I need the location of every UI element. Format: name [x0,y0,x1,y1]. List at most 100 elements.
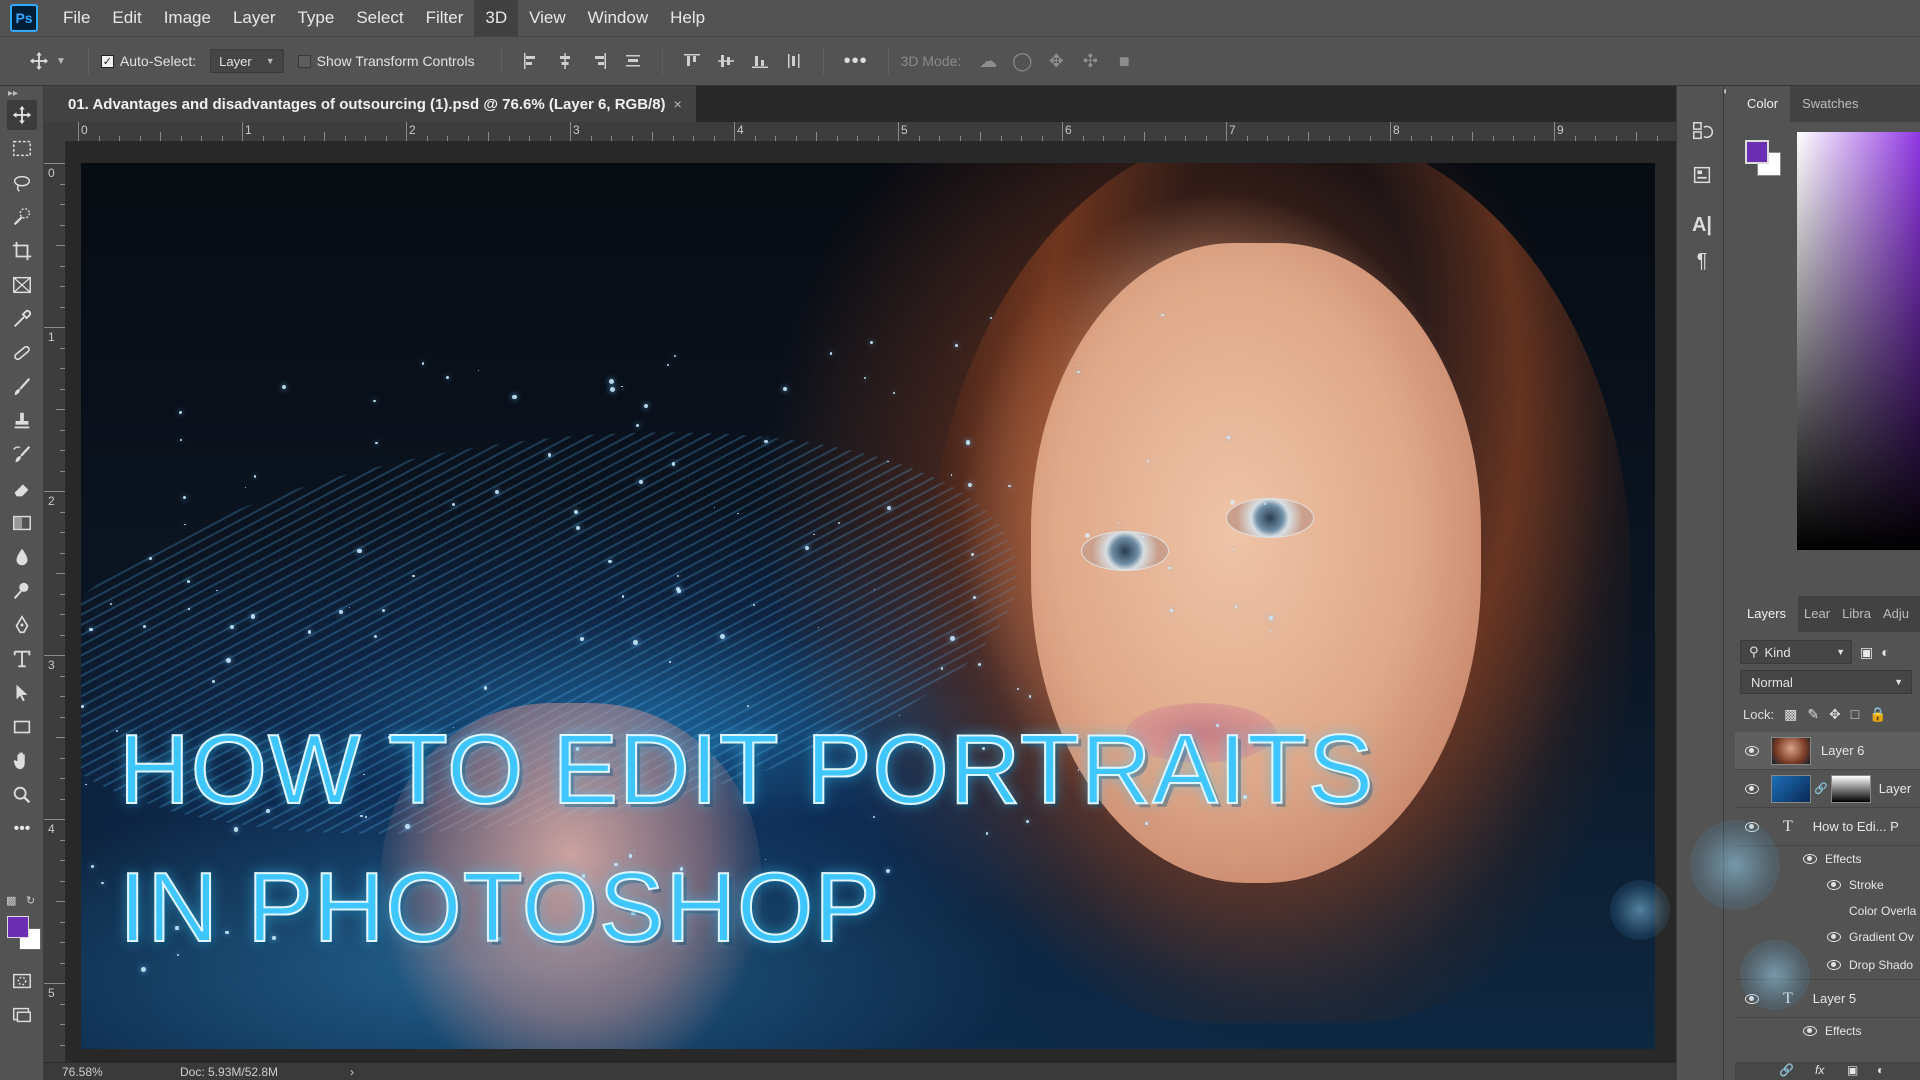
effect-row-gradient-overlay[interactable]: Gradient Ov [1735,924,1920,950]
visibility-eye-icon[interactable] [1827,959,1841,970]
pen-tool-icon[interactable] [7,610,37,640]
tab-color[interactable]: Color [1735,86,1791,122]
toolbar-collapse-icon[interactable]: ▸▸ [8,88,18,99]
paragraph-panel-icon[interactable]: ¶ [1689,248,1715,274]
menu-select[interactable]: Select [345,0,414,36]
show-transform-checkbox[interactable] [297,54,311,68]
zoom-level[interactable]: 76.58% [62,1065,103,1079]
color-panel-foreground-swatch[interactable] [1745,140,1769,164]
align-horizontal-centers-icon[interactable] [553,49,577,73]
properties-panel-icon[interactable] [1689,162,1715,188]
tab-layers[interactable]: Layers [1735,596,1799,632]
quick-selection-tool-icon[interactable] [7,202,37,232]
edit-toolbar-button[interactable]: ••• [7,814,37,844]
menu-type[interactable]: Type [286,0,345,36]
3d-slide-icon[interactable]: ✣ [1077,48,1103,74]
tab-adjustments[interactable]: Adju [1877,596,1915,632]
menu-view[interactable]: View [518,0,577,36]
align-bottom-edges-icon[interactable] [748,49,772,73]
link-icon[interactable]: 🔗 [1779,1063,1794,1077]
more-options-button[interactable]: ••• [844,50,868,73]
quick-mask-icon[interactable] [7,966,37,996]
visibility-eye-icon[interactable] [1803,854,1817,864]
healing-brush-tool-icon[interactable] [7,338,37,368]
align-top-edges-icon[interactable] [680,49,704,73]
align-left-edges-icon[interactable] [519,49,543,73]
visibility-eye-icon[interactable] [1745,821,1759,832]
lock-position-icon[interactable]: ✥ [1829,706,1841,723]
visibility-eye-icon[interactable] [1745,783,1759,794]
menu-file[interactable]: File [52,0,101,36]
visibility-eye-icon[interactable] [1745,993,1759,1004]
align-vertical-centers-icon[interactable] [714,49,738,73]
document-tab[interactable]: 01. Advantages and disadvantages of outs… [44,86,696,122]
effect-row-color-overlay[interactable]: Color Overla [1735,898,1920,924]
tab-libraries[interactable]: Libra [1836,596,1877,632]
rectangle-tool-icon[interactable] [7,712,37,742]
gradient-tool-icon[interactable] [7,508,37,538]
distribute-vertical-icon[interactable] [621,49,645,73]
3d-camera-icon[interactable]: ■ [1111,48,1137,74]
zoom-tool-icon[interactable] [7,780,37,810]
layer-row-layer-6[interactable]: Layer 6 [1735,732,1920,770]
layer-row-layer-masked[interactable]: 🔗 Layer [1735,770,1920,808]
menu-filter[interactable]: Filter [415,0,475,36]
lock-transparent-pixels-icon[interactable]: ▩ [1784,706,1797,723]
visibility-eye-icon[interactable] [1827,932,1841,942]
brush-tool-icon[interactable] [7,372,37,402]
eyedropper-tool-icon[interactable] [7,304,37,334]
history-panel-icon[interactable] [1689,118,1715,144]
history-brush-tool-icon[interactable] [7,440,37,470]
layer-mask-thumbnail[interactable] [1830,774,1871,803]
menu-help[interactable]: Help [659,0,716,36]
filter-image-icon[interactable]: ▣ [1860,644,1873,661]
effect-row-drop-shadow[interactable]: Drop Shado [1735,950,1920,980]
eraser-tool-icon[interactable] [7,474,37,504]
tab-swatches[interactable]: Swatches [1790,86,1870,122]
3d-pan-icon[interactable]: ✥ [1043,48,1069,74]
3d-roll-icon[interactable]: ◯ [1009,48,1035,74]
preset-dropdown-icon[interactable]: ▼ [56,56,66,67]
status-menu-arrow[interactable]: › [350,1065,354,1079]
move-tool-preset-icon[interactable] [24,46,54,76]
menu-3d[interactable]: 3D [474,0,519,36]
distribute-horizontal-icon[interactable] [782,49,806,73]
kind-filter-dropdown[interactable]: ⚲ Kind ▼ [1740,640,1852,664]
crop-tool-icon[interactable] [7,236,37,266]
clone-stamp-tool-icon[interactable] [7,406,37,436]
move-tool-icon[interactable] [7,100,37,130]
chain-link-icon[interactable]: 🔗 [1814,782,1828,795]
filter-adjustment-icon[interactable]: ◐ [1881,644,1889,660]
lock-image-pixels-icon[interactable]: ✎ [1807,706,1819,723]
layer-row-layer-5[interactable]: T Layer 5 [1735,980,1920,1018]
ruler-origin[interactable] [44,122,66,142]
visibility-eye-icon[interactable] [1803,1026,1817,1036]
screen-mode-icon[interactable] [7,1000,37,1030]
foreground-color-swatch[interactable] [7,916,29,938]
tab-learn[interactable]: Lear [1798,596,1836,632]
menu-image[interactable]: Image [153,0,222,36]
lock-artboard-icon[interactable]: □ [1851,706,1859,722]
frame-tool-icon[interactable] [7,270,37,300]
lock-all-icon[interactable]: 🔒 [1869,706,1886,723]
canvas-image[interactable]: HOW TO EDIT PORTRAITS IN PHOTOSHOP [81,163,1655,1049]
photoshop-logo[interactable]: Ps [10,4,38,32]
align-right-edges-icon[interactable] [587,49,611,73]
menu-window[interactable]: Window [577,0,659,36]
fx-icon[interactable]: fx [1815,1063,1824,1077]
auto-select-target-dropdown[interactable]: Layer ▼ [210,49,284,73]
hand-tool-icon[interactable] [7,746,37,776]
menu-layer[interactable]: Layer [222,0,287,36]
layer-row-text-headline[interactable]: T How to Edi... P [1735,808,1920,846]
effect-row-stroke[interactable]: Stroke [1735,872,1920,898]
character-panel-icon[interactable]: A| [1689,212,1715,238]
visibility-eye-icon[interactable] [1745,745,1759,756]
lasso-tool-icon[interactable] [7,168,37,198]
type-tool-icon[interactable] [7,644,37,674]
horizontal-ruler[interactable]: 0 1 2 3 4 5 6 7 8 9 [66,122,1676,142]
effects-row[interactable]: Effects [1735,1018,1920,1044]
close-tab-icon[interactable]: × [674,96,682,112]
auto-select-checkbox[interactable]: ✓ [100,54,114,68]
3d-orbit-icon[interactable]: ☁ [975,48,1001,74]
default-colors-icon[interactable]: ▩ [6,894,16,907]
